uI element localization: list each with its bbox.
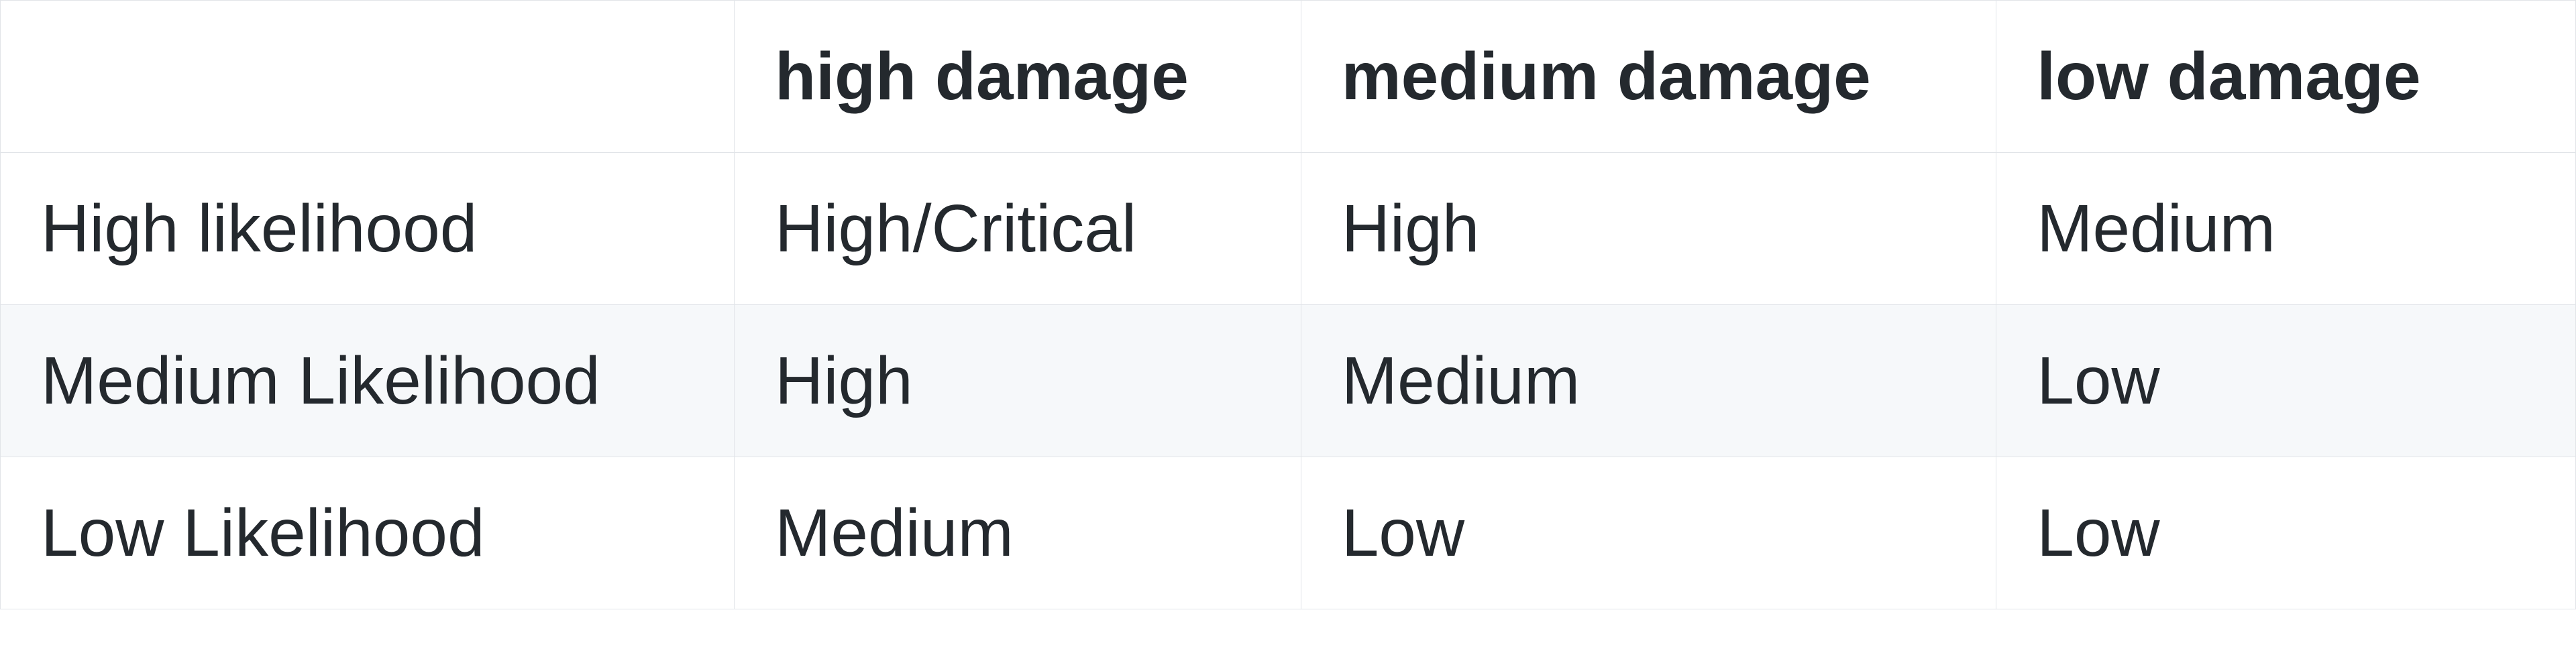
row-label: High likelihood [1,153,735,305]
column-header-medium-damage: medium damage [1301,1,1996,153]
risk-matrix-table: high damage medium damage low damage Hig… [0,0,2576,609]
table-cell: High [1301,153,1996,305]
row-label: Medium Likelihood [1,305,735,457]
row-label: Low Likelihood [1,457,735,609]
table-cell: Low [1996,457,2576,609]
table-cell: Medium [1996,153,2576,305]
table-cell: Medium [1301,305,1996,457]
table-row: Low Likelihood Medium Low Low [1,457,2576,609]
column-header-low-damage: low damage [1996,1,2576,153]
column-header-high-damage: high damage [735,1,1301,153]
table-header-row: high damage medium damage low damage [1,1,2576,153]
table-row: High likelihood High/Critical High Mediu… [1,153,2576,305]
table-cell: Medium [735,457,1301,609]
table-cell: High [735,305,1301,457]
table-cell: High/Critical [735,153,1301,305]
table-row: Medium Likelihood High Medium Low [1,305,2576,457]
table-cell: Low [1996,305,2576,457]
table-corner-cell [1,1,735,153]
table-cell: Low [1301,457,1996,609]
